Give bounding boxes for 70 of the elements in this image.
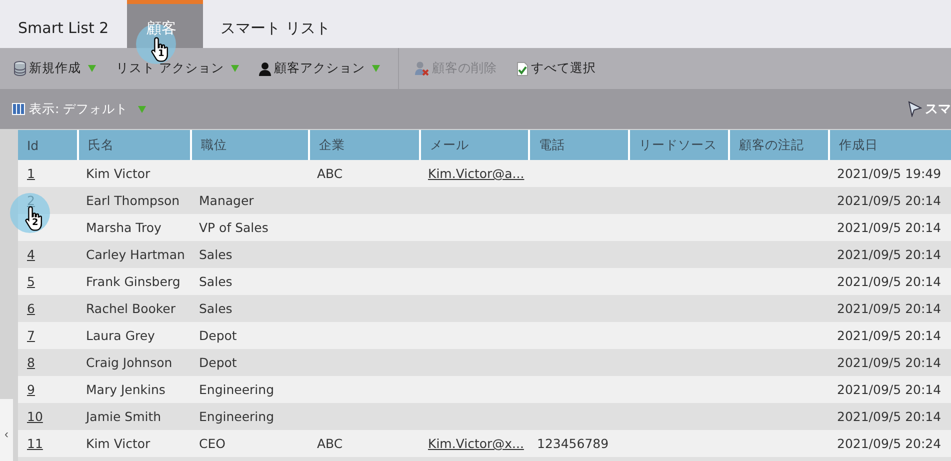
column-header[interactable]: Id: [18, 130, 77, 160]
id-link[interactable]: 10: [27, 409, 43, 424]
table-cell: 123456789: [537, 436, 609, 451]
id-link[interactable]: 6: [27, 301, 35, 316]
table-cell: 2021/09/5 19:49: [837, 166, 942, 181]
column-header[interactable]: 作成日: [828, 130, 951, 160]
column-header[interactable]: リードソース: [628, 130, 728, 160]
id-link[interactable]: 11: [27, 436, 43, 451]
table-cell: Manager: [199, 193, 254, 208]
tab[interactable]: スマート リスト: [202, 0, 348, 48]
table-cell: 2021/09/5 20:14: [837, 301, 942, 316]
id-link[interactable]: 9: [27, 382, 35, 397]
database-icon: [14, 61, 26, 76]
table-cell: Laura Grey: [86, 328, 155, 343]
table-cell: ABC: [317, 436, 343, 451]
column-header[interactable]: メール: [419, 130, 528, 160]
table-cell: Depot: [199, 328, 237, 343]
table-cell: Carley Hartman: [86, 247, 185, 262]
table-cell: ABC: [317, 166, 343, 181]
table-cell: Craig Johnson: [86, 355, 172, 370]
table-cell: Rachel Booker: [86, 301, 176, 316]
table-cell: Kim Victor: [86, 436, 150, 451]
grid-icon: [12, 103, 25, 115]
dropdown-caret-icon: [138, 106, 146, 112]
step-number: 2: [32, 218, 38, 228]
step-number: 1: [158, 49, 164, 59]
table-cell: CEO: [199, 436, 226, 451]
collapse-toggle[interactable]: ‹: [0, 399, 13, 461]
table-cell: 2021/09/5 20:14: [837, 409, 942, 424]
id-link[interactable]: 8: [27, 355, 35, 370]
email-link[interactable]: Kim.Victor@a...: [428, 166, 524, 181]
table-cell: 2021/09/5 20:14: [837, 274, 942, 289]
person-delete-icon: [414, 61, 429, 76]
table-cell: 2021/09/5 20:14: [837, 247, 942, 262]
person-icon: [258, 62, 271, 76]
table-cell: Earl Thompson: [86, 193, 180, 208]
table-cell: VP of Sales: [199, 220, 268, 235]
table-cell: 2021/09/5 20:14: [837, 382, 942, 397]
column-header[interactable]: 職位: [190, 130, 308, 160]
table-cell: Sales: [199, 247, 232, 262]
tab[interactable]: Smart List 2: [0, 0, 127, 48]
id-link[interactable]: 7: [27, 328, 35, 343]
checked-document-icon: [516, 62, 528, 76]
table-cell: Sales: [199, 301, 232, 316]
table-cell: Sales: [199, 274, 232, 289]
table-cell: Jamie Smith: [86, 409, 162, 424]
table-cell: Depot: [199, 355, 237, 370]
table-cell: Kim Victor: [86, 166, 150, 181]
column-header[interactable]: 電話: [528, 130, 628, 160]
column-header[interactable]: 氏名: [77, 130, 190, 160]
table-cell: 2021/09/5 20:24: [837, 436, 942, 451]
toolbar-button[interactable]: 顧客アクション: [256, 60, 398, 77]
table-cell: 2021/09/5 20:14: [837, 355, 942, 370]
table-cell: Engineering: [199, 382, 274, 397]
toolbar-button[interactable]: 新規作成: [12, 60, 114, 77]
id-link[interactable]: 1: [27, 166, 35, 181]
toolbar-button[interactable]: リスト アクション: [114, 60, 257, 77]
table-cell: 2021/09/5 20:14: [837, 193, 942, 208]
table-cell: Engineering: [199, 409, 274, 424]
column-header[interactable]: 顧客の注記: [728, 130, 828, 160]
column-header[interactable]: 企業: [308, 130, 419, 160]
table-cell: Marsha Troy: [86, 220, 162, 235]
table-cell: 2021/09/5 20:14: [837, 220, 942, 235]
table-cell: 2021/09/5 20:14: [837, 328, 942, 343]
email-link[interactable]: Kim.Victor@x...: [428, 436, 524, 451]
toolbar-button[interactable]: すべて選択: [514, 60, 614, 77]
table-cell: Frank Ginsberg: [86, 274, 180, 289]
id-link[interactable]: 4: [27, 247, 35, 262]
table-cell: Mary Jenkins: [86, 382, 166, 397]
id-link[interactable]: 5: [27, 274, 35, 289]
